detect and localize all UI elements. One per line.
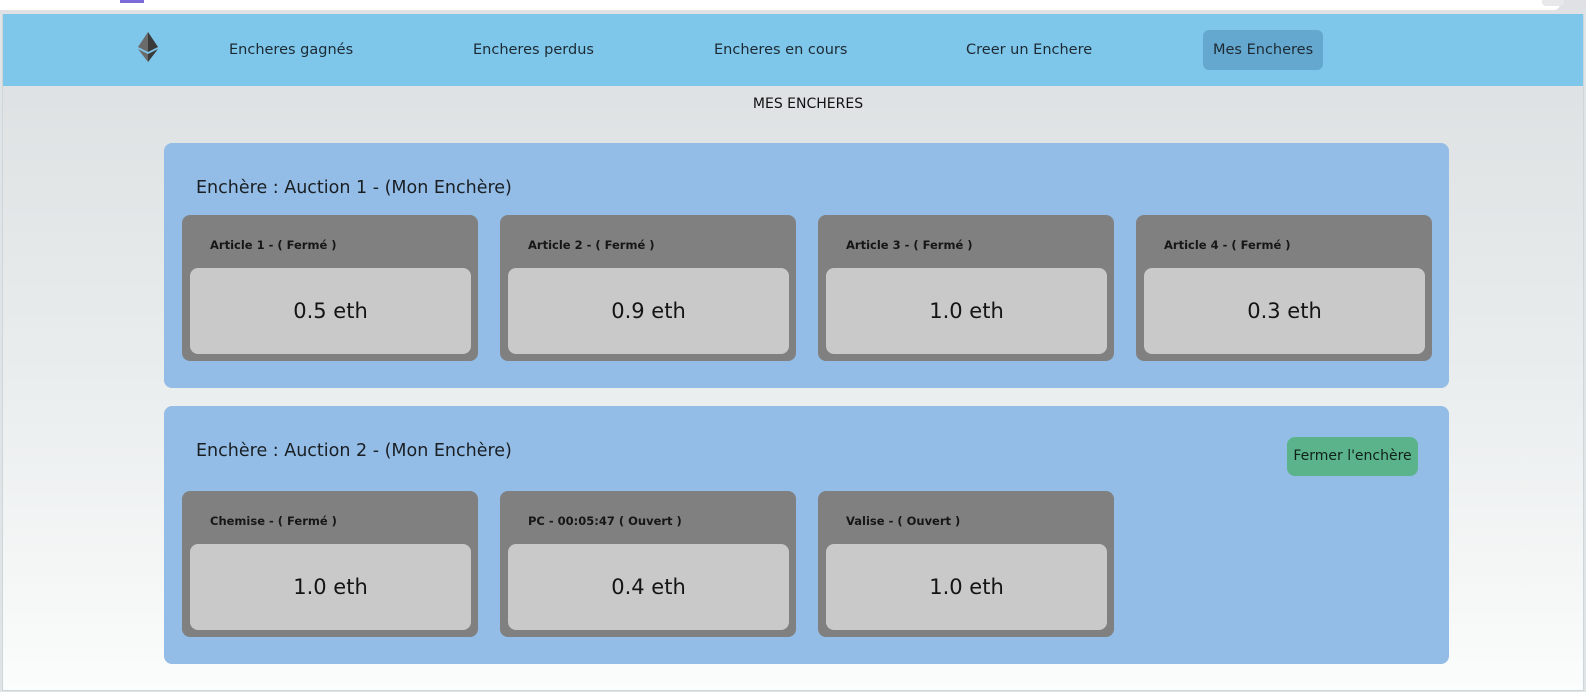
auction-title: Enchère : Auction 1 - (Mon Enchère)	[196, 178, 512, 198]
article-title: Article 4 - ( Fermé )	[1164, 238, 1291, 252]
article-title: Article 3 - ( Fermé )	[846, 238, 973, 252]
article-card[interactable]: PC - 00:05:47 ( Ouvert ) 0.4 eth	[500, 491, 796, 637]
navbar: Encheres gagnés Encheres perdus Encheres…	[3, 14, 1583, 86]
article-title: Article 1 - ( Fermé )	[210, 238, 337, 252]
article-price: 0.3 eth	[1144, 268, 1425, 354]
app-window: Encheres gagnés Encheres perdus Encheres…	[2, 14, 1584, 691]
nav-item-encheres-perdus[interactable]: Encheres perdus	[463, 30, 604, 70]
nav-item-creer-enchere[interactable]: Creer un Enchere	[956, 30, 1102, 70]
nav-item-mes-encheres[interactable]: Mes Encheres	[1203, 30, 1324, 70]
ethereum-icon[interactable]	[138, 32, 158, 62]
article-price: 1.0 eth	[826, 544, 1107, 630]
close-auction-button[interactable]: Fermer l'enchère	[1287, 437, 1418, 476]
article-card[interactable]: Article 1 - ( Fermé ) 0.5 eth	[182, 215, 478, 361]
address-bar[interactable]	[0, 0, 1560, 10]
auction-panel: Enchère : Auction 1 - (Mon Enchère) Arti…	[164, 143, 1449, 388]
article-title: PC - 00:05:47 ( Ouvert )	[528, 514, 682, 528]
article-price: 0.5 eth	[190, 268, 471, 354]
article-card[interactable]: Article 2 - ( Fermé ) 0.9 eth	[500, 215, 796, 361]
article-card[interactable]: Article 4 - ( Fermé ) 0.3 eth	[1136, 215, 1432, 361]
article-card[interactable]: Chemise - ( Fermé ) 1.0 eth	[182, 491, 478, 637]
tab-favicon-icon	[120, 0, 144, 3]
article-price: 0.9 eth	[508, 268, 789, 354]
nav-item-encheres-en-cours[interactable]: Encheres en cours	[704, 30, 857, 70]
article-title: Chemise - ( Fermé )	[210, 514, 337, 528]
article-title: Valise - ( Ouvert )	[846, 514, 961, 528]
nav-item-encheres-gagnes[interactable]: Encheres gagnés	[219, 30, 363, 70]
article-price: 1.0 eth	[190, 544, 471, 630]
browser-menu-button[interactable]	[1542, 0, 1564, 6]
browser-chrome	[0, 0, 1586, 14]
article-card[interactable]: Article 3 - ( Fermé ) 1.0 eth	[818, 215, 1114, 361]
auction-panel: Enchère : Auction 2 - (Mon Enchère) Ferm…	[164, 406, 1449, 664]
article-price: 0.4 eth	[508, 544, 789, 630]
auction-title: Enchère : Auction 2 - (Mon Enchère)	[196, 441, 512, 461]
page-title: MES ENCHERES	[752, 96, 864, 112]
article-price: 1.0 eth	[826, 268, 1107, 354]
article-card[interactable]: Valise - ( Ouvert ) 1.0 eth	[818, 491, 1114, 637]
article-title: Article 2 - ( Fermé )	[528, 238, 655, 252]
